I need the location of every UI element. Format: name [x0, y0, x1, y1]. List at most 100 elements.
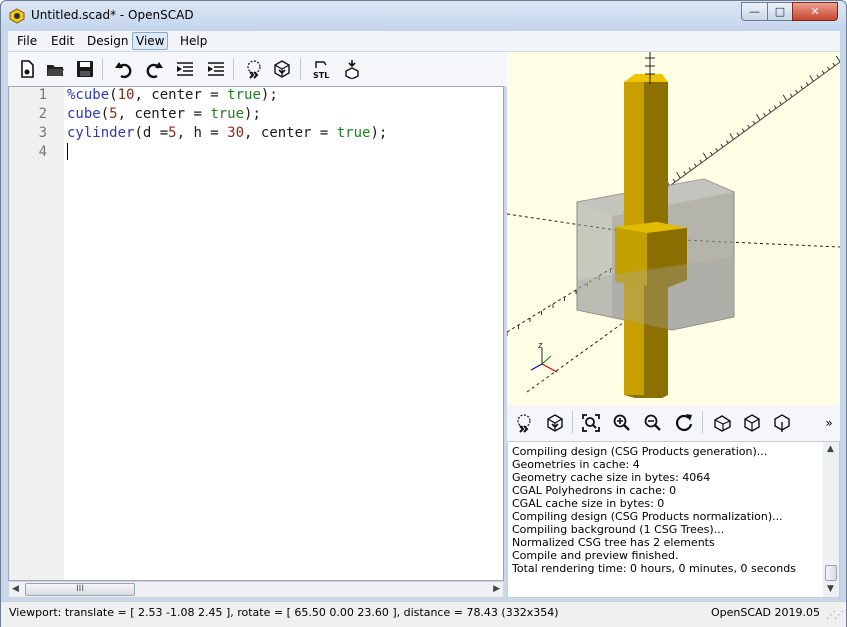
ruler-tick — [720, 143, 724, 148]
status-bar: Viewport: translate = [ 2.53 -1.08 2.45 … — [1, 601, 846, 627]
viewport-render-button[interactable] — [542, 410, 568, 436]
undo-button[interactable] — [111, 56, 137, 82]
editor-horizontal-scrollbar[interactable]: ◀ III ▶ — [8, 581, 504, 598]
ruler-tick — [756, 113, 761, 121]
scroll-right-icon[interactable]: ▶ — [493, 584, 500, 594]
resize-grip-icon[interactable]: ⋰⋰ — [826, 610, 844, 621]
reset-view-button[interactable] — [671, 410, 697, 436]
scroll-down-icon[interactable]: ▼ — [827, 584, 834, 594]
export-stl-button[interactable]: STL — [309, 56, 335, 82]
toolbar-separator — [300, 58, 301, 80]
zoom-in-button[interactable] — [609, 410, 635, 436]
close-button[interactable]: ✕ — [792, 2, 838, 21]
new-file-button[interactable] — [14, 56, 40, 82]
axes-indicator: z — [530, 341, 558, 373]
preview-button[interactable] — [241, 56, 267, 82]
code-token: 30 — [227, 125, 245, 141]
console-line: Normalized CSG tree has 2 elements — [512, 536, 715, 549]
line-number-gutter: 1 2 3 4 — [9, 87, 64, 580]
ruler-tick — [779, 101, 782, 105]
menu-edit[interactable]: Edit — [48, 34, 77, 48]
more-tools-button[interactable]: » — [821, 410, 837, 436]
ruler-tick — [715, 147, 718, 152]
line-number: 4 — [38, 144, 47, 160]
menu-help[interactable]: Help — [177, 34, 210, 48]
console-line: Total rendering time: 0 hours, 0 minutes… — [512, 562, 796, 575]
send-to-print-icon — [345, 60, 359, 79]
viewport-scene: z — [507, 52, 840, 398]
code-editor[interactable]: 1 2 3 4 %cube(10, center = true); cube(5, ce… — [8, 86, 504, 581]
maximize-button[interactable]: □ — [767, 2, 793, 21]
render-icon — [274, 60, 290, 78]
scrollbar-thumb[interactable]: III — [25, 583, 135, 596]
perspective-button[interactable] — [709, 410, 735, 436]
console-output[interactable]: Compiling design (CSG Products generatio… — [507, 441, 840, 598]
redo-icon — [146, 62, 163, 79]
ruler-tick — [809, 75, 814, 82]
code-token: %cube — [67, 87, 110, 103]
line-number: 2 — [38, 106, 47, 122]
ruler-tick — [693, 163, 697, 167]
code-line[interactable]: cylinder(d =5, h = 30, center = true); — [67, 125, 387, 141]
menu-view[interactable]: View — [132, 32, 169, 50]
ruler-tick — [725, 140, 729, 144]
code-token: , center = — [117, 106, 211, 122]
zoom-out-icon — [644, 414, 661, 431]
show-axes-button[interactable] — [769, 410, 795, 436]
ruler-tick — [683, 171, 687, 175]
viewport-preview-button[interactable] — [511, 410, 537, 436]
scroll-left-icon[interactable]: ◀ — [12, 584, 19, 594]
ruler-tick — [800, 85, 804, 90]
ruler-tick — [789, 93, 793, 98]
line-number: 1 — [38, 87, 47, 103]
code-token: ); — [370, 125, 388, 141]
ruler-tick — [736, 132, 740, 136]
open-file-button[interactable] — [42, 56, 68, 82]
axis-label-z: z — [538, 341, 543, 351]
indent-icon — [208, 62, 224, 76]
code-token: , center = — [134, 87, 228, 103]
indent-button[interactable] — [203, 56, 229, 82]
ruler-tick — [672, 178, 676, 183]
minimize-button[interactable]: — — [741, 2, 768, 21]
code-line[interactable]: %cube(10, center = true); — [67, 87, 278, 103]
redo-button[interactable] — [141, 56, 167, 82]
zoom-out-button[interactable] — [640, 410, 666, 436]
editor-toolbar: STL — [8, 52, 507, 86]
toolbar-separator — [233, 58, 234, 80]
send-to-print-button[interactable] — [339, 56, 365, 82]
unindent-button[interactable] — [172, 56, 198, 82]
render-button[interactable] — [269, 56, 295, 82]
unindent-icon — [177, 62, 193, 76]
new-file-icon — [21, 60, 34, 78]
menu-file[interactable]: File — [14, 34, 40, 48]
orthogonal-button[interactable] — [739, 410, 765, 436]
toolbar-separator — [702, 411, 703, 433]
code-token: cylinder — [67, 125, 135, 141]
ruler-tick — [688, 167, 692, 171]
scroll-up-icon[interactable]: ▲ — [827, 444, 834, 454]
line-number: 3 — [38, 125, 47, 141]
ruler-tick — [795, 89, 798, 94]
console-line: Compiling design (CSG Products normaliza… — [512, 510, 783, 523]
console-vertical-scrollbar[interactable]: ▲ ▼ — [823, 442, 839, 597]
menu-design[interactable]: Design — [84, 34, 131, 48]
view-all-button[interactable] — [578, 410, 604, 436]
orthogonal-icon — [744, 414, 760, 432]
text-caret — [67, 143, 68, 160]
version-label: OpenSCAD 2019.05 — [710, 606, 820, 619]
3d-viewport[interactable]: z — [507, 52, 840, 405]
console-line: Compiling design (CSG Products generatio… — [512, 445, 768, 458]
title-bar[interactable]: Untitled.scad* - OpenSCAD — □ ✕ — [1, 1, 846, 31]
ruler-tick — [699, 159, 702, 164]
undo-icon — [115, 62, 132, 79]
console-line: Geometries in cache: 4 — [512, 458, 640, 471]
code-token: , center = — [244, 125, 337, 141]
scrollbar-thumb[interactable] — [825, 565, 837, 581]
code-token: ); — [244, 106, 261, 122]
code-line[interactable]: cube(5, center = true); — [67, 106, 261, 122]
ruler-tick — [782, 94, 788, 102]
openscad-logo-icon — [9, 8, 25, 24]
toolbar-separator — [572, 411, 573, 433]
save-button[interactable] — [72, 56, 98, 82]
